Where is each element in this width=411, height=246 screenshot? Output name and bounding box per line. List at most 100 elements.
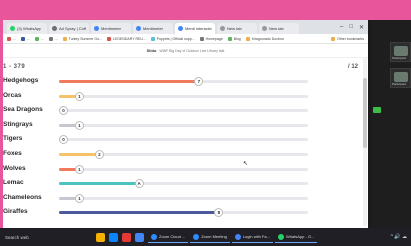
bookmark-favicon-icon — [107, 36, 112, 41]
quiz-title: WWF Big Day of Outdoor Live Library talk — [159, 48, 225, 53]
taskbar-search[interactable]: Search web — [2, 231, 94, 243]
scrollbar-thumb[interactable] — [363, 78, 367, 148]
taskbar-app[interactable]: Login with Fa... — [231, 231, 273, 243]
result-value-badge: 1 — [74, 164, 84, 174]
bookmark-item[interactable]: Turkey Summer Go... — [62, 36, 103, 41]
scrollbar[interactable] — [363, 58, 367, 226]
brand-logo: Slido — [146, 48, 157, 53]
bookmark-label: Kiragoorado Doctors — [251, 36, 284, 41]
browser-tab[interactable]: New tab — [217, 23, 257, 34]
participant-video-thumbnail[interactable]: Participant — [390, 42, 411, 62]
bookmark-item[interactable]: Blog — [227, 36, 241, 41]
participant-name: Participant — [392, 82, 407, 86]
wallpaper-top — [0, 0, 411, 20]
participant-video — [394, 72, 408, 82]
other-bookmarks[interactable]: Other bookmarks — [331, 36, 364, 41]
participant-counter: 1 - 379 — [3, 64, 26, 70]
tab-favicon-icon — [10, 26, 15, 31]
browser-tab[interactable]: Ad Spray | Coffee Prep Ev... — [49, 23, 89, 34]
question-counter: / 12 — [347, 64, 358, 70]
bookmark-item[interactable]: ... — [48, 36, 58, 41]
minimize-icon[interactable]: – — [340, 24, 343, 31]
bookmark-favicon-icon — [199, 36, 204, 41]
result-value-badge: 0 — [59, 135, 68, 145]
result-bar — [59, 182, 139, 186]
tab-favicon-icon — [262, 26, 267, 31]
result-track: 0 — [59, 135, 308, 145]
result-label: Stingrays — [3, 120, 33, 128]
tab-label: New tab — [269, 26, 284, 31]
app-icon — [151, 233, 157, 240]
browser-tab[interactable]: (3) WhatsApp — [7, 23, 47, 34]
tab-favicon-icon — [136, 26, 141, 31]
tab-strip: (3) WhatsApp Ad Spray | Coffee Prep Ev...… — [3, 20, 368, 34]
browser-tab[interactable]: New tab — [259, 23, 299, 34]
result-track: 1 — [59, 164, 308, 174]
tray-icons[interactable]: ^ 🔊 ☁ — [391, 234, 407, 240]
result-label: Giraffes — [3, 208, 28, 216]
bookmark-label: Blog — [233, 36, 241, 41]
browser-tab[interactable]: Mentimeter — [91, 23, 131, 34]
chrome-icon[interactable] — [135, 232, 144, 242]
taskbar-app[interactable]: WhatsApp - G... — [274, 231, 318, 243]
bookmark-favicon-icon — [20, 36, 25, 41]
result-track: 0 — [59, 106, 308, 116]
close-icon[interactable]: ✕ — [359, 24, 364, 31]
participant-video-thumbnail[interactable]: Participant — [390, 68, 411, 88]
app-icon — [234, 233, 241, 240]
result-row: Giraffes 8 — [3, 207, 358, 218]
bookmark-item[interactable]: ... — [7, 36, 16, 41]
participant-video — [394, 46, 408, 56]
tab-label: (3) WhatsApp — [17, 26, 42, 31]
bookmark-item[interactable]: Kiragoorado Doctors — [245, 36, 284, 41]
edge-icon[interactable] — [109, 232, 118, 242]
result-label: Foxes — [3, 150, 22, 157]
tab-favicon-icon — [178, 26, 183, 31]
maximize-icon[interactable]: □ — [349, 24, 353, 31]
result-label: Sea Dragons — [3, 106, 43, 114]
app-label: Zoom Meeting — [201, 234, 227, 239]
result-value-badge: 8 — [214, 208, 224, 218]
browser-tab[interactable]: Mentimeter — [133, 23, 173, 34]
result-row: Orcas 1 — [3, 91, 358, 102]
result-value-badge: 1 — [74, 91, 84, 101]
opera-icon[interactable] — [122, 232, 131, 242]
result-row: Stingrays 1 — [3, 120, 358, 131]
result-track: A — [59, 179, 308, 189]
bookmark-item[interactable]: ... — [20, 36, 30, 41]
bookmark-favicon-icon — [48, 36, 53, 41]
result-track: 1 — [59, 193, 308, 203]
browser-tab[interactable]: Menti interactive - Demo — [175, 23, 215, 34]
system-tray: ^ 🔊 ☁ — [391, 234, 411, 240]
result-label: Tigers — [3, 135, 23, 143]
tab-label: New tab — [227, 26, 242, 31]
result-value-badge: 7 — [194, 77, 204, 86]
bookmarks-bar: ............ Turkey Summer Go... LEGENDARY… — [3, 34, 368, 44]
result-value-badge: 2 — [94, 150, 104, 159]
tab-favicon-icon — [220, 26, 225, 31]
results-list: Hedgehogs 7 Orcas 1 Sea Dragons 0 Stingrays 1 Ti… — [3, 74, 368, 224]
result-label: Lemac — [3, 179, 24, 187]
app-label: Zoom Cloud ... — [159, 234, 186, 239]
bookmark-item[interactable]: Homepage — [199, 36, 223, 41]
window-controls: – □ ✕ — [340, 24, 368, 34]
result-value-badge: 1 — [74, 120, 84, 130]
result-row: Hedgehogs 7 — [3, 76, 358, 87]
result-row: Chameleons 1 — [3, 193, 358, 204]
bookmark-favicon-icon — [34, 36, 39, 41]
bookmark-label: Turkey Summer Go... — [68, 36, 103, 41]
bookmark-favicon-icon — [227, 36, 232, 41]
tab-favicon-icon — [52, 26, 57, 31]
bookmark-item[interactable]: Puppets | Official supp... — [150, 36, 195, 41]
bookmark-item[interactable]: ... — [34, 36, 44, 41]
tab-label: Mentimeter — [143, 26, 164, 31]
taskbar-app[interactable]: Zoom Cloud ... — [148, 231, 189, 243]
result-row: Wolves 1 — [3, 164, 358, 175]
bookmark-item[interactable]: LEGENDARY REU... — [107, 36, 146, 41]
taskbar-app[interactable]: Zoom Meeting — [190, 231, 230, 243]
app-icon — [193, 233, 200, 240]
result-value-badge: 1 — [74, 193, 84, 203]
bookmark-label: ... — [54, 36, 58, 41]
app-label: WhatsApp - G... — [285, 234, 315, 239]
file-explorer-icon[interactable] — [96, 232, 105, 242]
